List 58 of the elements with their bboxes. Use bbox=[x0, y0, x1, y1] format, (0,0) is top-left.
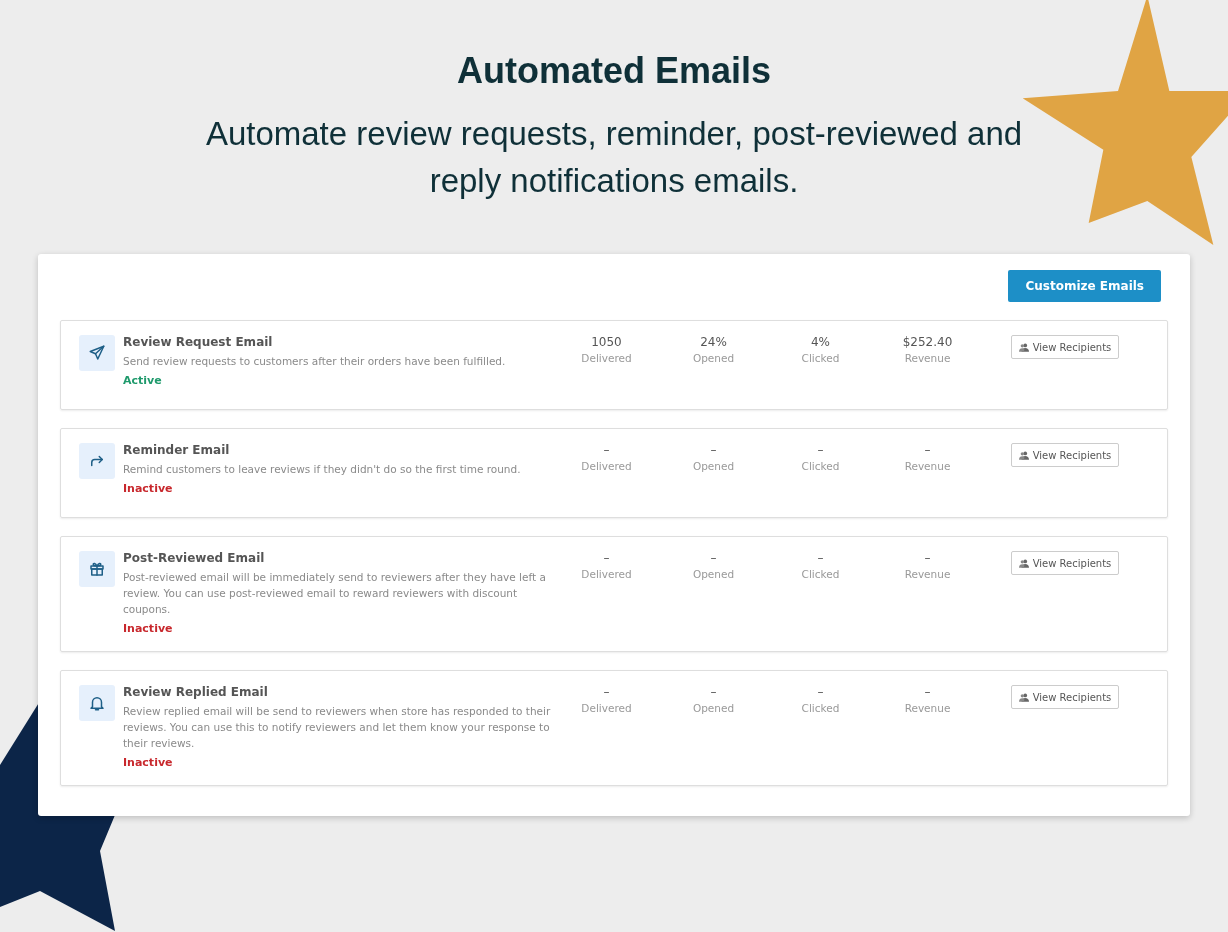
stat-label: Delivered bbox=[580, 568, 633, 580]
stat-label: Clicked bbox=[800, 460, 841, 472]
stat-value: – bbox=[816, 551, 825, 565]
view-recipients-button[interactable]: View Recipients bbox=[1010, 443, 1120, 467]
stat-value: – bbox=[709, 443, 718, 457]
stat-value: 24% bbox=[699, 335, 728, 349]
email-title: Post-Reviewed Email bbox=[123, 551, 266, 565]
email-description: Remind customers to leave reviews if they didn't do so the first time round. bbox=[123, 462, 522, 477]
view-recipients-button[interactable]: View Recipients bbox=[1010, 335, 1120, 359]
stat-label: Opened bbox=[691, 702, 736, 714]
stat-value: – bbox=[602, 443, 611, 457]
status-label: Inactive bbox=[123, 756, 174, 769]
stat-label: Delivered bbox=[580, 352, 633, 364]
stat-label: Revenue bbox=[903, 568, 952, 580]
stat-label: Revenue bbox=[903, 352, 952, 364]
status-label: Inactive bbox=[123, 482, 174, 495]
page-subtitle: Automate review requests, reminder, post-reviewed and reply notifications emails. bbox=[204, 114, 1024, 201]
email-title: Review Request Email bbox=[123, 335, 274, 349]
email-title: Review Replied Email bbox=[123, 685, 269, 699]
email-title: Reminder Email bbox=[123, 443, 231, 457]
stat-value: – bbox=[816, 443, 825, 457]
stat-label: Delivered bbox=[580, 460, 633, 472]
stat-label: Opened bbox=[691, 352, 736, 364]
people-icon bbox=[1018, 558, 1029, 568]
stat-value: $252.40 bbox=[901, 335, 954, 349]
stat-value: – bbox=[602, 551, 611, 565]
stat-label: Clicked bbox=[800, 702, 841, 714]
stat-label: Revenue bbox=[903, 460, 952, 472]
stat-value: 4% bbox=[809, 335, 831, 349]
customize-emails-button[interactable]: Customize Emails bbox=[1008, 270, 1161, 302]
people-icon bbox=[1018, 342, 1029, 352]
status-label: Active bbox=[123, 374, 163, 387]
stat-label: Opened bbox=[691, 568, 736, 580]
gift-icon bbox=[79, 551, 115, 587]
stat-label: Clicked bbox=[800, 568, 841, 580]
page-title: Automated Emails bbox=[456, 50, 772, 92]
paper-plane-icon bbox=[79, 335, 115, 371]
stat-value: – bbox=[923, 551, 932, 565]
stat-label: Revenue bbox=[903, 702, 952, 714]
stat-value: – bbox=[923, 685, 932, 699]
stat-label: Clicked bbox=[800, 352, 841, 364]
view-recipients-button[interactable]: View Recipients bbox=[1010, 551, 1120, 575]
people-icon bbox=[1018, 692, 1029, 702]
stat-value: 1050 bbox=[590, 335, 623, 349]
people-icon bbox=[1018, 450, 1029, 460]
email-description: Review replied email will be send to reviewers when store has responded to their reviews. You can use this to notify reviewers and let them know your response to their reviews. bbox=[123, 704, 552, 751]
stat-value: – bbox=[709, 685, 718, 699]
email-description: Post-reviewed email will be immediately send to reviewers after they have left a review. You can use post-reviewed email to reward reviewers with discount coupons. bbox=[123, 570, 547, 617]
status-label: Inactive bbox=[123, 622, 174, 635]
stat-value: – bbox=[923, 443, 932, 457]
stat-label: Opened bbox=[691, 460, 736, 472]
bell-icon bbox=[79, 685, 115, 721]
email-description: Send review requests to customers after their orders have been fulfilled. bbox=[123, 354, 507, 369]
view-recipients-button[interactable]: View Recipients bbox=[1010, 685, 1120, 709]
stat-value: – bbox=[709, 551, 718, 565]
stat-label: Delivered bbox=[580, 702, 633, 714]
stat-value: – bbox=[816, 685, 825, 699]
stat-value: – bbox=[602, 685, 611, 699]
